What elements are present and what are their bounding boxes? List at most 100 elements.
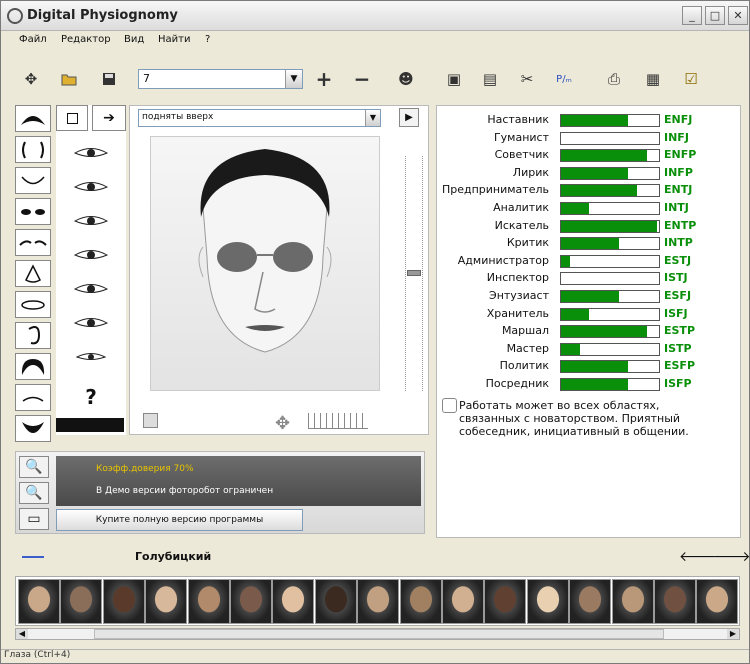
menu-find[interactable]: Найти [158, 34, 190, 45]
scrollbar-thumb[interactable] [94, 629, 664, 639]
type-code: ISFJ [664, 306, 688, 320]
face-thumbnail[interactable] [399, 579, 442, 624]
face-thumbnail[interactable] [484, 579, 527, 624]
type-label: Предприниматель [441, 183, 549, 197]
move-icon[interactable]: ✥ [21, 69, 41, 89]
move-icon[interactable]: ✥ [275, 413, 290, 434]
unknown-variant[interactable]: ? [68, 385, 114, 409]
next-arrow-button[interactable]: ➔ [92, 105, 126, 131]
plus-icon[interactable]: + [314, 67, 334, 91]
type-label: Энтузиаст [489, 289, 549, 302]
eye-variant-2[interactable] [68, 175, 114, 199]
zoom-in-button[interactable]: 🔍 [19, 456, 49, 478]
print-icon[interactable]: ⎙ [604, 69, 624, 89]
type-score-bar [560, 272, 660, 286]
lines-feature-button[interactable] [15, 384, 51, 411]
type-code: ESFJ [664, 289, 692, 302]
chevron-down-icon[interactable]: ▼ [365, 110, 380, 126]
eyebrows-feature-button[interactable] [15, 229, 51, 256]
vertical-slider[interactable] [405, 156, 423, 391]
face-thumbnail[interactable] [145, 579, 188, 624]
face-thumbnail[interactable] [357, 579, 400, 624]
hairstyle-feature-button[interactable] [15, 353, 51, 380]
composite-portrait [150, 136, 380, 391]
document-icon[interactable]: ▣ [444, 69, 464, 89]
square-tool-button[interactable] [56, 105, 88, 131]
face-thumbnail[interactable] [314, 579, 357, 624]
scroll-right-icon[interactable]: ▶ [727, 629, 739, 639]
type-score-bar [560, 166, 660, 180]
type-score-bar [560, 131, 660, 145]
eyes-feature-button[interactable] [15, 198, 51, 225]
menu-view[interactable]: Вид [124, 34, 144, 45]
color-swatch[interactable] [56, 418, 124, 432]
eye-variant-7[interactable] [68, 345, 114, 369]
grid-icon[interactable] [143, 413, 158, 428]
face-thumbnail[interactable] [696, 579, 739, 624]
next-arrow-icon[interactable]: 🡒 [713, 548, 750, 565]
eye-variant-5[interactable] [68, 277, 114, 301]
zoom-combo[interactable]: 7 ▼ [138, 69, 303, 89]
text-icon[interactable]: P/ₘ [554, 69, 574, 89]
face-thumbnail[interactable] [102, 579, 145, 624]
type-score-bar [560, 307, 660, 321]
menu-help[interactable]: ? [205, 34, 210, 45]
face-thumbnail[interactable] [654, 579, 696, 624]
play-button[interactable]: ▶ [399, 108, 419, 127]
zoom-out-button[interactable]: 🔍 [19, 482, 49, 504]
face-thumbnail[interactable] [526, 579, 569, 624]
face-thumbnail[interactable] [60, 579, 103, 624]
open-icon[interactable] [59, 69, 79, 89]
face-thumbnail[interactable] [230, 579, 272, 624]
face-icon[interactable]: ☻ [396, 69, 416, 89]
save-icon[interactable] [99, 69, 119, 89]
gallery-scrollbar[interactable]: ◀ ▶ [15, 628, 740, 640]
type-score-fill [561, 343, 580, 355]
horizontal-slider[interactable] [308, 413, 368, 429]
scroll-left-icon[interactable]: ◀ [16, 629, 28, 639]
minus-icon[interactable]: − [352, 67, 372, 91]
type-description: Работать может во всех областях, связанн… [459, 399, 689, 438]
face-thumbnail[interactable] [442, 579, 484, 624]
tools-icon[interactable]: ✂ [517, 69, 537, 89]
minimize-button[interactable]: _ [682, 6, 702, 25]
trust-info: Коэфф.доверия 70% В Демо версии фоторобо… [56, 456, 421, 506]
type-score-fill [561, 203, 590, 214]
face-thumbnail[interactable] [187, 579, 230, 624]
check-icon[interactable]: ☑ [681, 69, 701, 89]
slider-thumb[interactable] [407, 270, 421, 276]
chin-feature-button[interactable] [15, 167, 51, 194]
export-icon[interactable]: ▦ [643, 69, 663, 89]
face-thumbnail[interactable] [569, 579, 612, 624]
type-row: Администратор ESTJ [437, 253, 737, 270]
type-label: Наставник [487, 113, 549, 126]
feature-style-select[interactable]: подняты вверх ▼ [138, 109, 381, 127]
beard-feature-button[interactable] [15, 415, 51, 442]
menu-edit[interactable]: Редактор [61, 34, 111, 45]
nose-feature-button[interactable] [15, 260, 51, 287]
type-score-bar [560, 342, 660, 356]
prev-arrow-icon[interactable]: 🡐 [679, 548, 717, 565]
type-score-bar [560, 149, 660, 163]
face-thumbnail[interactable] [18, 579, 60, 624]
menu-file[interactable]: Файл [19, 34, 47, 45]
fit-screen-button[interactable]: ▭ [19, 508, 49, 530]
buy-full-version-button[interactable]: Купите полную версию программы [56, 509, 303, 531]
eye-variant-1[interactable] [68, 141, 114, 165]
notes-icon[interactable]: ▤ [480, 69, 500, 89]
face-thumbnail[interactable] [272, 579, 315, 624]
eye-variant-3[interactable] [68, 209, 114, 233]
gallery-link-icon[interactable] [22, 550, 44, 558]
mouth-feature-button[interactable] [15, 291, 51, 318]
face-thumbnail[interactable] [611, 579, 654, 624]
eye-variant-4[interactable] [68, 243, 114, 267]
type-row: Критик INTP [437, 235, 737, 252]
close-button[interactable]: ✕ [728, 6, 748, 25]
eye-variant-6[interactable] [68, 311, 114, 335]
type-code: INFJ [664, 130, 689, 144]
chevron-down-icon[interactable]: ▼ [285, 70, 302, 88]
face-shape-feature-button[interactable] [15, 136, 51, 163]
ear-feature-button[interactable] [15, 322, 51, 349]
hair-feature-button[interactable] [15, 105, 51, 132]
maximize-button[interactable]: □ [705, 6, 725, 25]
